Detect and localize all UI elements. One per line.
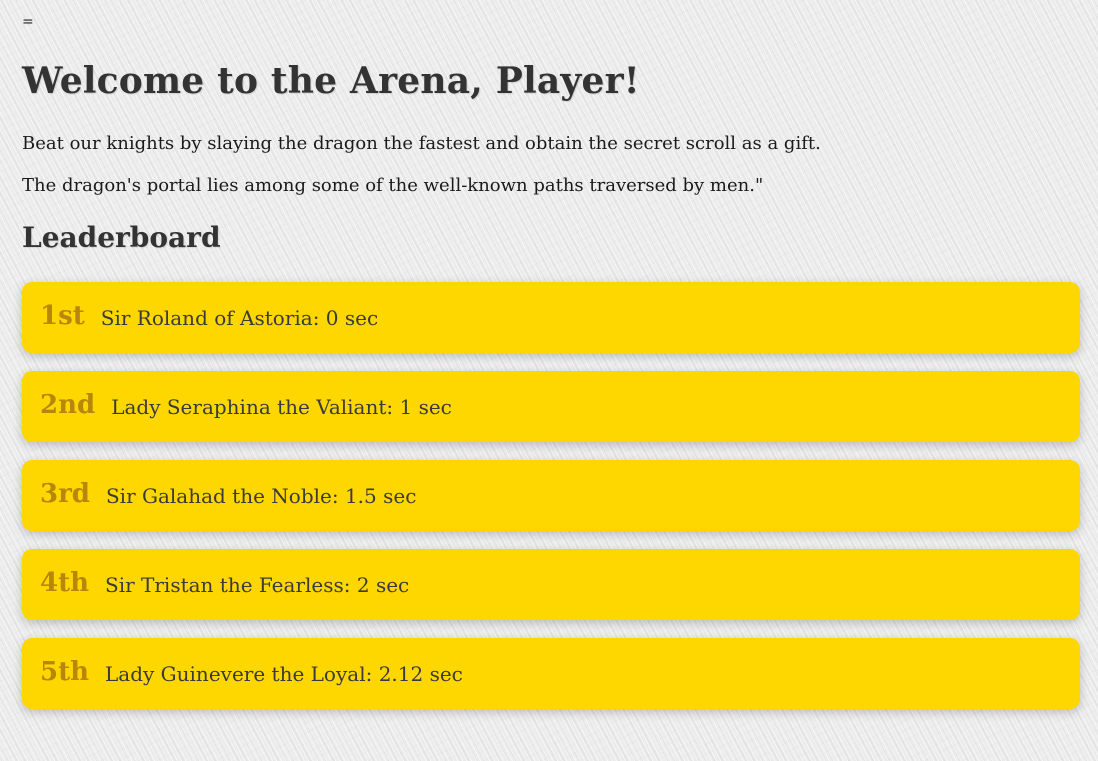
leaderboard-entry: 2nd Lady Seraphina the Valiant: 1 sec bbox=[22, 371, 1080, 442]
leaderboard-rank: 3rd bbox=[40, 478, 90, 509]
leaderboard-rank: 2nd bbox=[40, 389, 96, 420]
leaderboard-knight: Lady Guinevere the Loyal: 2.12 sec bbox=[105, 661, 463, 686]
page-title: Welcome to the Arena, Player! bbox=[22, 60, 640, 102]
intro-text-1: Beat our knights by slaying the dragon t… bbox=[22, 133, 821, 154]
leaderboard-knight: Lady Seraphina the Valiant: 1 sec bbox=[111, 394, 452, 419]
stray-text: = bbox=[22, 14, 34, 30]
leaderboard-rank: 4th bbox=[40, 567, 90, 598]
leaderboard-list: 1st Sir Roland of Astoria: 0 sec 2nd Lad… bbox=[22, 282, 1080, 727]
intro-text-2: The dragon's portal lies among some of t… bbox=[22, 175, 764, 196]
leaderboard-entry: 4th Sir Tristan the Fearless: 2 sec bbox=[22, 549, 1080, 620]
leaderboard-rank: 5th bbox=[40, 656, 90, 687]
leaderboard-heading: Leaderboard bbox=[22, 221, 221, 254]
leaderboard-knight: Sir Roland of Astoria: 0 sec bbox=[100, 305, 379, 330]
leaderboard-knight: Sir Tristan the Fearless: 2 sec bbox=[105, 572, 410, 597]
leaderboard-entry: 5th Lady Guinevere the Loyal: 2.12 sec bbox=[22, 638, 1080, 709]
leaderboard-rank: 1st bbox=[40, 300, 85, 331]
leaderboard-knight: Sir Galahad the Noble: 1.5 sec bbox=[105, 483, 417, 508]
leaderboard-entry: 3rd Sir Galahad the Noble: 1.5 sec bbox=[22, 460, 1080, 531]
leaderboard-entry: 1st Sir Roland of Astoria: 0 sec bbox=[22, 282, 1080, 353]
